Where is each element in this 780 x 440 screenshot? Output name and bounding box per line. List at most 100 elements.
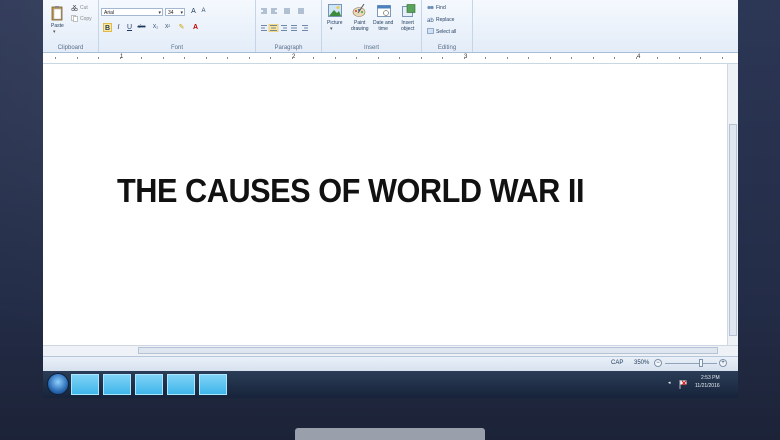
ruler-tick [356,57,357,59]
paint-icon[interactable] [352,4,366,17]
ruler-tick [593,57,594,59]
ruler-tick [399,57,400,59]
indent-icons[interactable] [260,8,315,16]
ruler-tick [571,57,572,59]
ruler-tick [421,57,422,59]
replace-icon[interactable]: ab [427,16,434,22]
document-area[interactable]: THE CAUSES OF WORLD WAR II [43,64,727,345]
insert-group: Picture ▾ Paint drawing Date and time In… [322,0,422,52]
tray-expand-icon[interactable]: ◂ [668,380,671,386]
grow-font-icon[interactable]: A [189,7,198,16]
ruler-tick [378,57,379,59]
ruler-tick [184,57,185,59]
paste-icon[interactable] [51,5,63,21]
ruler-tick [270,57,271,59]
font-size-value: 34 [168,10,174,16]
ruler-tick [163,57,164,59]
cut-icon[interactable] [71,5,78,11]
copy-label[interactable]: Copy [80,16,92,22]
find-label[interactable]: Find [436,5,446,11]
select-all-label[interactable]: Select all [436,29,456,35]
ribbon: Paste ▾ Cut Copy Clipboard Arial ▾ 34 ▾ … [43,0,738,53]
screen: Paste ▾ Cut Copy Clipboard Arial ▾ 34 ▾ … [43,0,738,398]
object-label[interactable]: Insert object [401,20,414,32]
zoom-in-icon[interactable]: + [719,359,727,367]
horizontal-scrollbar[interactable] [43,345,738,356]
underline-icon[interactable]: U [125,23,134,32]
ruler-tick [679,57,680,59]
replace-label[interactable]: Replace [436,17,454,23]
ruler-tick [227,57,228,59]
copy-icon[interactable] [71,15,78,22]
editing-group-label: Editing [437,45,457,51]
font-name-value: Arial [104,10,115,16]
paste-dropdown-icon[interactable]: ▾ [53,29,56,35]
picture-dropdown-icon[interactable]: ▾ [330,26,333,32]
insert-group-label: Insert [363,45,379,51]
taskbar-button[interactable] [199,374,227,395]
font-size-select[interactable]: 34 ▾ [165,8,185,16]
superscript-icon[interactable]: X² [163,23,172,32]
ruler-tick [614,57,615,59]
taskbar-button[interactable] [103,374,131,395]
highlight-icon[interactable]: ✎ [177,23,186,32]
monitor-stand [295,428,485,440]
datetime-icon[interactable] [377,4,391,17]
zoom-slider-thumb[interactable] [699,359,703,367]
windows-start-icon[interactable] [47,373,69,395]
ruler-number: 4 [637,54,641,60]
cut-label[interactable]: Cut [80,5,88,11]
status-bar: CAP 350% − + [43,356,738,371]
ruler-tick [657,57,658,59]
ruler-tick [528,57,529,59]
taskbar-button[interactable] [135,374,163,395]
object-icon[interactable] [402,4,416,17]
picture-icon[interactable] [328,4,342,17]
ruler-tick [636,57,637,59]
document-text[interactable]: THE CAUSES OF WORLD WAR II [117,172,584,210]
paint-label[interactable]: Paint drawing [351,20,369,32]
chevron-down-icon: ▾ [158,10,161,16]
chevron-down-icon: ▾ [180,10,183,16]
font-name-select[interactable]: Arial ▾ [101,8,163,16]
clock-time[interactable]: 2:53 PM [701,375,720,381]
vertical-scroll-thumb[interactable] [729,124,737,336]
ruler-tick [722,57,723,59]
ruler-tick [464,57,465,59]
flag-icon[interactable] [679,380,687,389]
editing-group: Find ab Replace Select all Editing [422,0,473,52]
paragraph-group: Paragraph [256,0,322,52]
strikethrough-icon[interactable]: abc [137,23,146,32]
select-all-icon[interactable] [427,28,434,34]
datetime-label[interactable]: Date and time [373,20,393,32]
zoom-slider[interactable] [665,363,717,364]
clock-date[interactable]: 11/21/2016 [695,383,720,389]
font-color-icon[interactable]: A [191,23,200,32]
zoom-out-icon[interactable]: − [654,359,662,367]
ruler-tick [55,57,56,59]
subscript-icon[interactable]: X₂ [151,23,160,32]
find-icon[interactable] [427,4,434,10]
font-group-label: Font [170,45,183,51]
taskbar-button[interactable] [71,374,99,395]
caps-indicator: CAP [611,360,624,366]
italic-icon[interactable]: I [114,23,123,32]
taskbar: ◂ 2:53 PM 11/21/2016 [43,371,738,398]
ruler-tick [507,57,508,59]
shrink-font-icon[interactable]: A [199,7,208,16]
ruler-tick [141,57,142,59]
bold-icon[interactable]: B [103,23,112,32]
ruler-tick [313,57,314,59]
ruler-tick [98,57,99,59]
ruler-tick [700,57,701,59]
paragraph-group-label: Paragraph [274,45,303,51]
ruler-tick [206,57,207,59]
horizontal-scroll-thumb[interactable] [138,347,718,354]
alignment-icons[interactable] [260,24,318,32]
vertical-scrollbar[interactable] [727,64,738,345]
clipboard-group: Paste ▾ Cut Copy Clipboard [43,0,99,52]
ruler-tick [335,57,336,59]
taskbar-button[interactable] [167,374,195,395]
clipboard-group-label: Clipboard [57,45,84,51]
ruler-tick [77,57,78,59]
